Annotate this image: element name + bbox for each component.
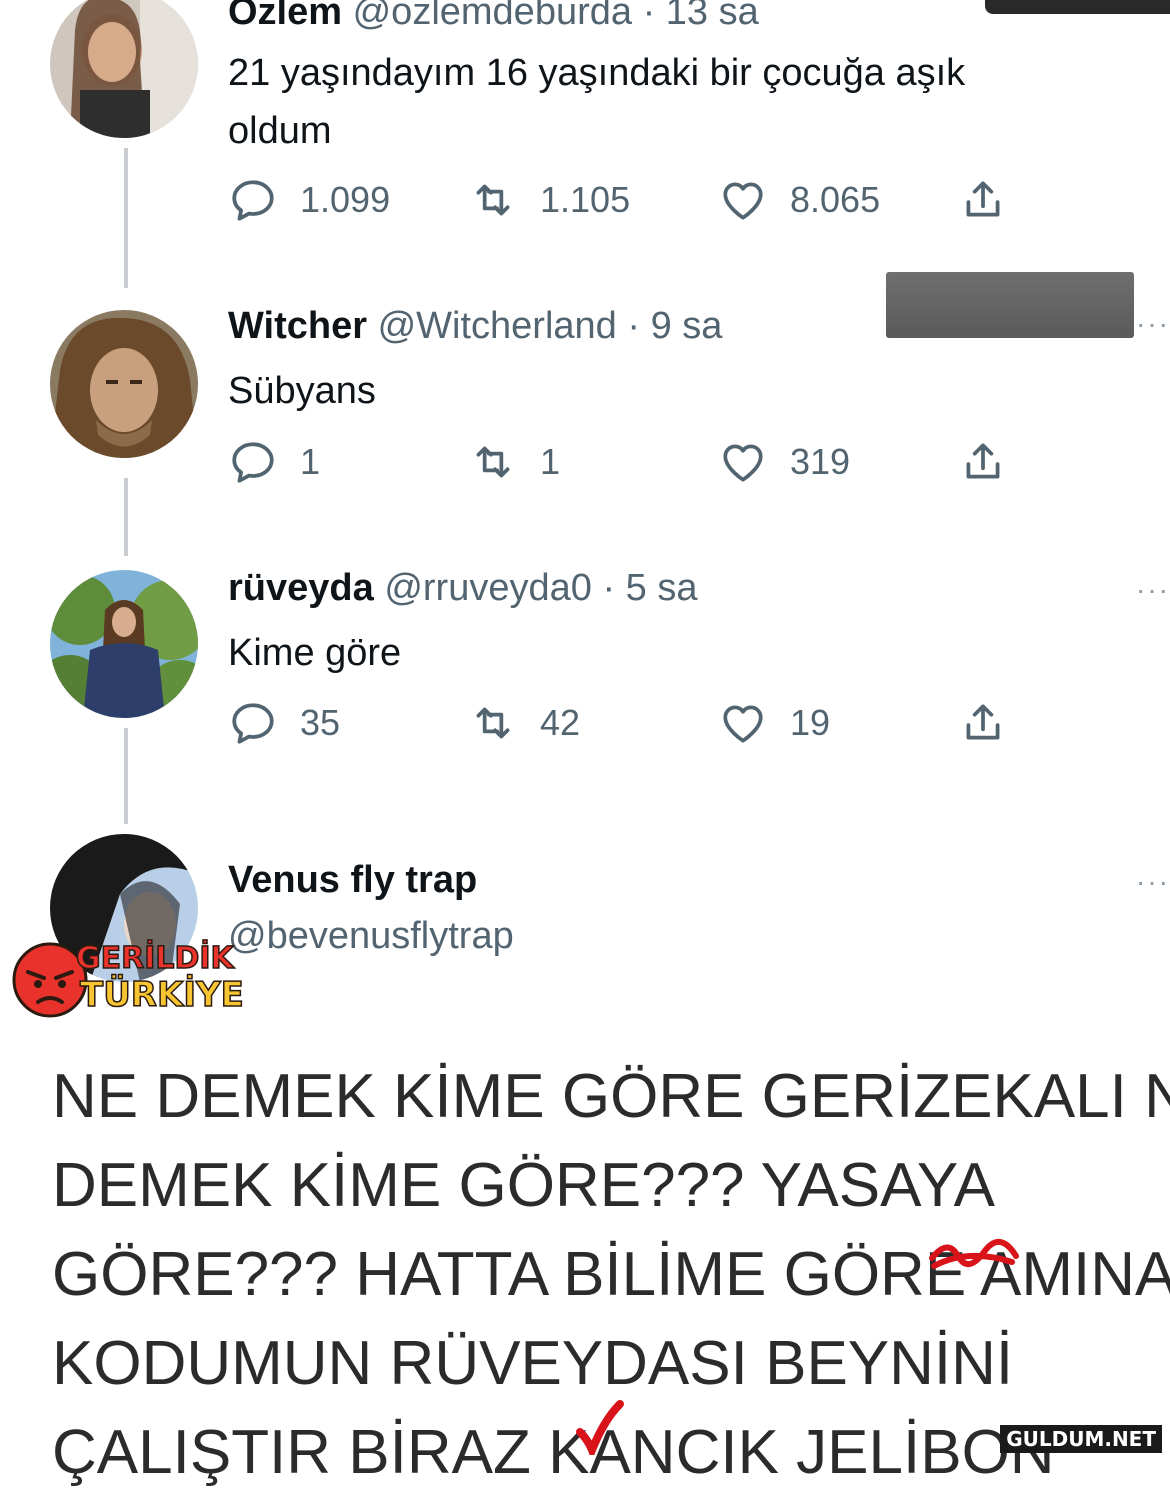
tweet-header: Özlem @ozlemdeburda · 13 sa	[228, 0, 1170, 34]
reply-button[interactable]: 1.099	[228, 175, 390, 225]
display-name[interactable]: Witcher	[228, 305, 367, 347]
like-icon	[723, 444, 763, 482]
retweet-button[interactable]: 42	[468, 698, 580, 748]
tweet-ozlem[interactable]: Özlem @ozlemdeburda · 13 sa 21 yaşındayı…	[228, 0, 1170, 160]
reply-button[interactable]: 1	[228, 437, 320, 487]
retweet-button[interactable]: 1	[468, 437, 560, 487]
watermark: GULDUM.NET	[1000, 1425, 1162, 1453]
reply-icon	[232, 180, 274, 221]
like-icon	[723, 705, 763, 743]
tweet-venus[interactable]: Venus fly trap @bevenusflytrap	[228, 858, 1170, 958]
user-handle[interactable]: @Witcherland	[378, 305, 617, 347]
tweet-text: Kime göre	[228, 632, 402, 674]
tweet-text: Sübyans	[228, 370, 376, 412]
tweet-actions: 35 42 19	[228, 698, 1048, 748]
like-count: 319	[790, 441, 851, 482]
share-button[interactable]	[958, 698, 1030, 748]
reply-count: 1	[300, 441, 321, 482]
share-button[interactable]	[958, 437, 1030, 487]
retweet-icon	[476, 707, 510, 739]
thread-line	[124, 728, 128, 824]
reply-button[interactable]: 35	[228, 698, 340, 748]
tweet-ruveyda[interactable]: rüveyda @rruveyda0 · 5 sa Kime göre	[228, 566, 1170, 682]
timestamp[interactable]: · 9 sa	[627, 305, 722, 347]
reply-count: 35	[300, 702, 341, 743]
caption-line: KODUMUN RÜVEYDASI BEYNİNİ	[52, 1329, 1014, 1398]
like-count: 19	[790, 702, 831, 743]
like-icon	[723, 182, 763, 220]
share-icon	[966, 443, 1000, 479]
tweet-actions: 1 1 319	[228, 437, 1048, 487]
thread-line	[124, 478, 128, 556]
retweet-count: 1	[540, 441, 561, 482]
share-icon	[966, 704, 1000, 740]
tweet-actions: 1.099 1.105 8.065	[228, 175, 1048, 225]
logo-line-1: GERİLDİK	[76, 940, 236, 976]
avatar-witcher[interactable]	[50, 310, 198, 458]
user-handle[interactable]: @ozlemdeburda	[353, 0, 632, 33]
retweet-icon	[476, 184, 510, 216]
display-name[interactable]: rüveyda	[228, 567, 374, 609]
retweet-count: 42	[540, 702, 581, 743]
avatar-ozlem[interactable]	[50, 0, 198, 138]
tweet-witcher[interactable]: Witcher @Witcherland · 9 sa Sübyans	[228, 304, 1170, 420]
display-name[interactable]: Venus fly trap	[228, 858, 1170, 902]
retweet-button[interactable]: 1.105	[468, 175, 630, 225]
caption-line: DEMEK KİME GÖRE??? YASAYA	[52, 1151, 995, 1220]
share-icon	[966, 181, 1000, 217]
red-scribble	[929, 1239, 1019, 1269]
tweet-text: 21 yaşındayım 16 yaşındaki bir çocuğa aş…	[228, 44, 1170, 160]
like-button[interactable]: 8.065	[718, 175, 880, 225]
timestamp[interactable]: · 13 sa	[643, 0, 759, 33]
retweet-icon	[476, 446, 510, 478]
tweet-header: Witcher @Witcherland · 9 sa	[228, 304, 1170, 348]
reply-icon	[232, 703, 274, 744]
tweet-text-line: 21 yaşındayım 16 yaşındaki bir çocuğa aş…	[228, 52, 966, 94]
caption-line: NE DEMEK KİME GÖRE GERİZEKALI NE	[52, 1062, 1170, 1131]
share-button[interactable]	[958, 175, 1030, 225]
logo-line-2: TÜRKİYE	[80, 974, 244, 1015]
reply-icon	[232, 442, 274, 483]
gerildik-turkiye-logo: GERİLDİK TÜRKİYE	[6, 928, 246, 1028]
reply-count: 1.099	[300, 179, 391, 220]
thread-line	[124, 148, 128, 288]
red-scribble	[576, 1400, 624, 1455]
tweet-header: rüveyda @rruveyda0 · 5 sa	[228, 566, 1170, 610]
timestamp[interactable]: · 5 sa	[602, 567, 697, 609]
like-button[interactable]: 319	[718, 437, 850, 487]
display-name[interactable]: Özlem	[228, 0, 342, 33]
avatar-ruveyda[interactable]	[50, 570, 198, 718]
tweet-text-line: oldum	[228, 110, 332, 152]
user-handle[interactable]: @bevenusflytrap	[228, 914, 1170, 958]
like-count: 8.065	[790, 179, 881, 220]
like-button[interactable]: 19	[718, 698, 830, 748]
user-handle[interactable]: @rruveyda0	[384, 567, 592, 609]
retweet-count: 1.105	[540, 179, 631, 220]
